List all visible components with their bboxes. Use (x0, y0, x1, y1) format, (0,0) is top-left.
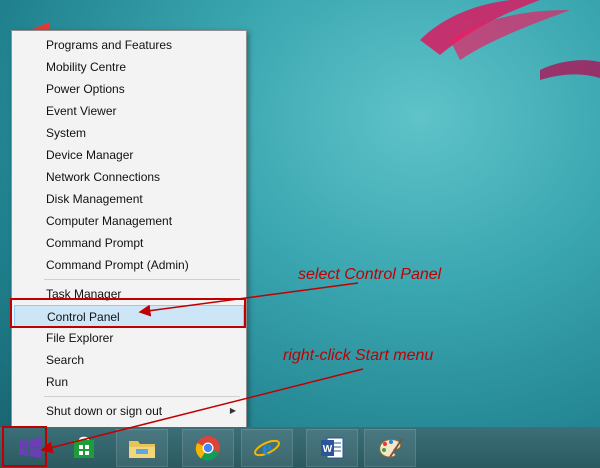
annotation-right-click-start-menu: right-click Start menu (283, 347, 434, 364)
paint-button[interactable] (364, 429, 416, 467)
paint-icon (379, 438, 403, 458)
chrome-button[interactable] (182, 429, 234, 467)
svg-text:W: W (323, 444, 333, 455)
internet-explorer-button[interactable]: e (241, 429, 293, 467)
annotation-select-control-panel: select Control Panel (298, 266, 442, 283)
submenu-arrow-icon: ▶ (229, 406, 236, 415)
menu-item-programs-and-features[interactable]: Programs and Features (14, 34, 244, 56)
menu-separator (44, 396, 240, 397)
store-button[interactable] (58, 429, 110, 467)
menu-item-mobility-centre[interactable]: Mobility Centre (14, 56, 244, 78)
menu-item-command-prompt-admin[interactable]: Command Prompt (Admin) (14, 254, 244, 276)
start-button-highlight-box (2, 426, 47, 467)
file-explorer-button[interactable] (116, 429, 168, 467)
file-explorer-icon (129, 441, 155, 458)
menu-item-network-connections[interactable]: Network Connections (14, 166, 244, 188)
menu-separator (44, 279, 240, 280)
menu-item-search[interactable]: Search (14, 349, 244, 371)
store-icon (74, 436, 94, 458)
menu-item-computer-management[interactable]: Computer Management (14, 210, 244, 232)
control-panel-highlight-box (10, 298, 246, 328)
menu-item-run[interactable]: Run (14, 371, 244, 393)
word-icon: W (321, 437, 344, 459)
word-button[interactable]: W (306, 429, 358, 467)
chrome-icon (195, 436, 220, 461)
menu-item-command-prompt[interactable]: Command Prompt (14, 232, 244, 254)
menu-item-power-options[interactable]: Power Options (14, 78, 244, 100)
power-user-menu: Programs and Features Mobility Centre Po… (11, 30, 247, 446)
menu-item-device-manager[interactable]: Device Manager (14, 144, 244, 166)
menu-item-file-explorer[interactable]: File Explorer (14, 327, 244, 349)
menu-item-event-viewer[interactable]: Event Viewer (14, 100, 244, 122)
menu-item-system[interactable]: System (14, 122, 244, 144)
menu-item-disk-management[interactable]: Disk Management (14, 188, 244, 210)
menu-item-label: Shut down or sign out (46, 404, 163, 418)
internet-explorer-icon: e (254, 435, 280, 460)
menu-item-shut-down-or-sign-out[interactable]: Shut down or sign out ▶ (14, 400, 244, 422)
svg-text:e: e (262, 435, 272, 460)
